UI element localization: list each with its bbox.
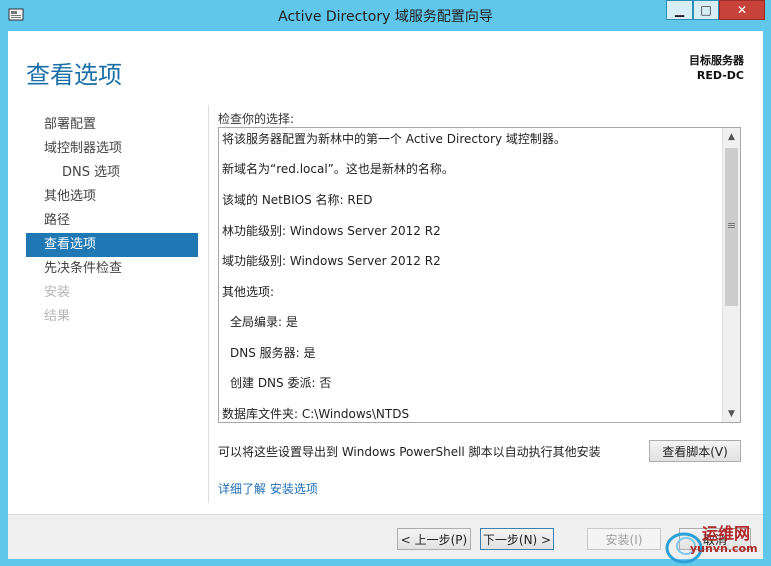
previous-button[interactable]: < 上一步(P) [397,528,471,550]
review-line: 新域名为“red.local”。这也是新林的名称。 [222,162,454,176]
review-line: 域功能级别: Windows Server 2012 R2 [222,254,441,268]
review-line: 将该服务器配置为新林中的第一个 Active Directory 域控制器。 [222,132,566,146]
review-line: DNS 服务器: 是 [230,346,316,360]
nav-item-additional-options[interactable]: 其他选项 [26,185,198,209]
target-server-label: 目标服务器 [689,54,744,67]
scroll-thumb[interactable] [725,148,738,306]
minimize-icon: ▁ [674,3,685,17]
nav-item-review-options[interactable]: 查看选项 [26,233,198,257]
target-server: 目标服务器 RED-DC [689,53,744,83]
nav-item-results: 结果 [44,309,71,324]
watermark: 运维网 yunvn.com [664,518,771,566]
close-icon: ✕ [736,3,748,17]
review-line: 创建 DNS 委派: 否 [230,376,332,390]
install-button: 安装(I) [587,528,661,550]
review-line: 全局编录: 是 [230,315,298,329]
maximize-icon: □ [700,3,712,17]
window-title: Active Directory 域服务配置向导 [278,9,493,25]
learn-more-link[interactable]: 详细了解 安装选项 [218,480,318,497]
review-scrollbar[interactable]: ▲ ▼ [722,128,740,422]
next-button[interactable]: 下一步(N) > [480,528,554,550]
review-line: 数据库文件夹: C:\Windows\NTDS [222,407,410,421]
grip-icon [728,223,735,224]
nav-item-paths[interactable]: 路径 [26,209,198,233]
page-title: 查看选项 [26,61,122,89]
wizard-window: Active Directory 域服务配置向导 ▁ □ ✕ 查看选项 目标服务… [0,0,771,566]
review-line: 林功能级别: Windows Server 2012 R2 [222,224,441,238]
review-line: 其他选项: [222,285,275,299]
nav-item-dc-options[interactable]: 域控制器选项 [26,137,198,161]
export-description: 可以将这些设置导出到 Windows PowerShell 脚本以自动执行其他安… [218,445,601,459]
maximize-button[interactable]: □ [693,0,719,20]
nav-item-deployment-config[interactable]: 部署配置 [26,113,198,137]
wizard-nav: 部署配置 域控制器选项 DNS 选项 其他选项 路径 查看选项 先决条件检查 安… [26,113,198,329]
nav-item-installation: 安装 [44,285,71,300]
review-label: 检查你的选择: [218,112,295,126]
wizard-content: 查看选项 目标服务器 RED-DC 部署配置 域控制器选项 DNS 选项 其他选… [8,31,763,559]
nav-item-prerequisites-check[interactable]: 先决条件检查 [26,257,198,281]
view-script-button[interactable]: 查看脚本(V) [649,440,741,462]
close-button[interactable]: ✕ [719,0,765,20]
watermark-url: yunvn.com [690,542,758,555]
nav-item-dns-options[interactable]: DNS 选项 [26,161,198,185]
wizard-footer: < 上一步(P) 下一步(N) > 安装(I) 取消 [8,514,763,559]
scroll-down-icon[interactable]: ▼ [723,405,740,422]
review-line: 该域的 NetBIOS 名称: RED [222,193,373,207]
review-textbox[interactable]: 将该服务器配置为新林中的第一个 Active Directory 域控制器。 新… [218,127,741,423]
watermark-name: 运维网 [702,524,751,543]
target-server-name: RED-DC [696,69,744,82]
nav-divider [208,105,209,503]
title-bar[interactable]: Active Directory 域服务配置向导 ▁ □ ✕ [0,0,771,31]
minimize-button[interactable]: ▁ [666,0,693,20]
scroll-up-icon[interactable]: ▲ [723,128,740,145]
